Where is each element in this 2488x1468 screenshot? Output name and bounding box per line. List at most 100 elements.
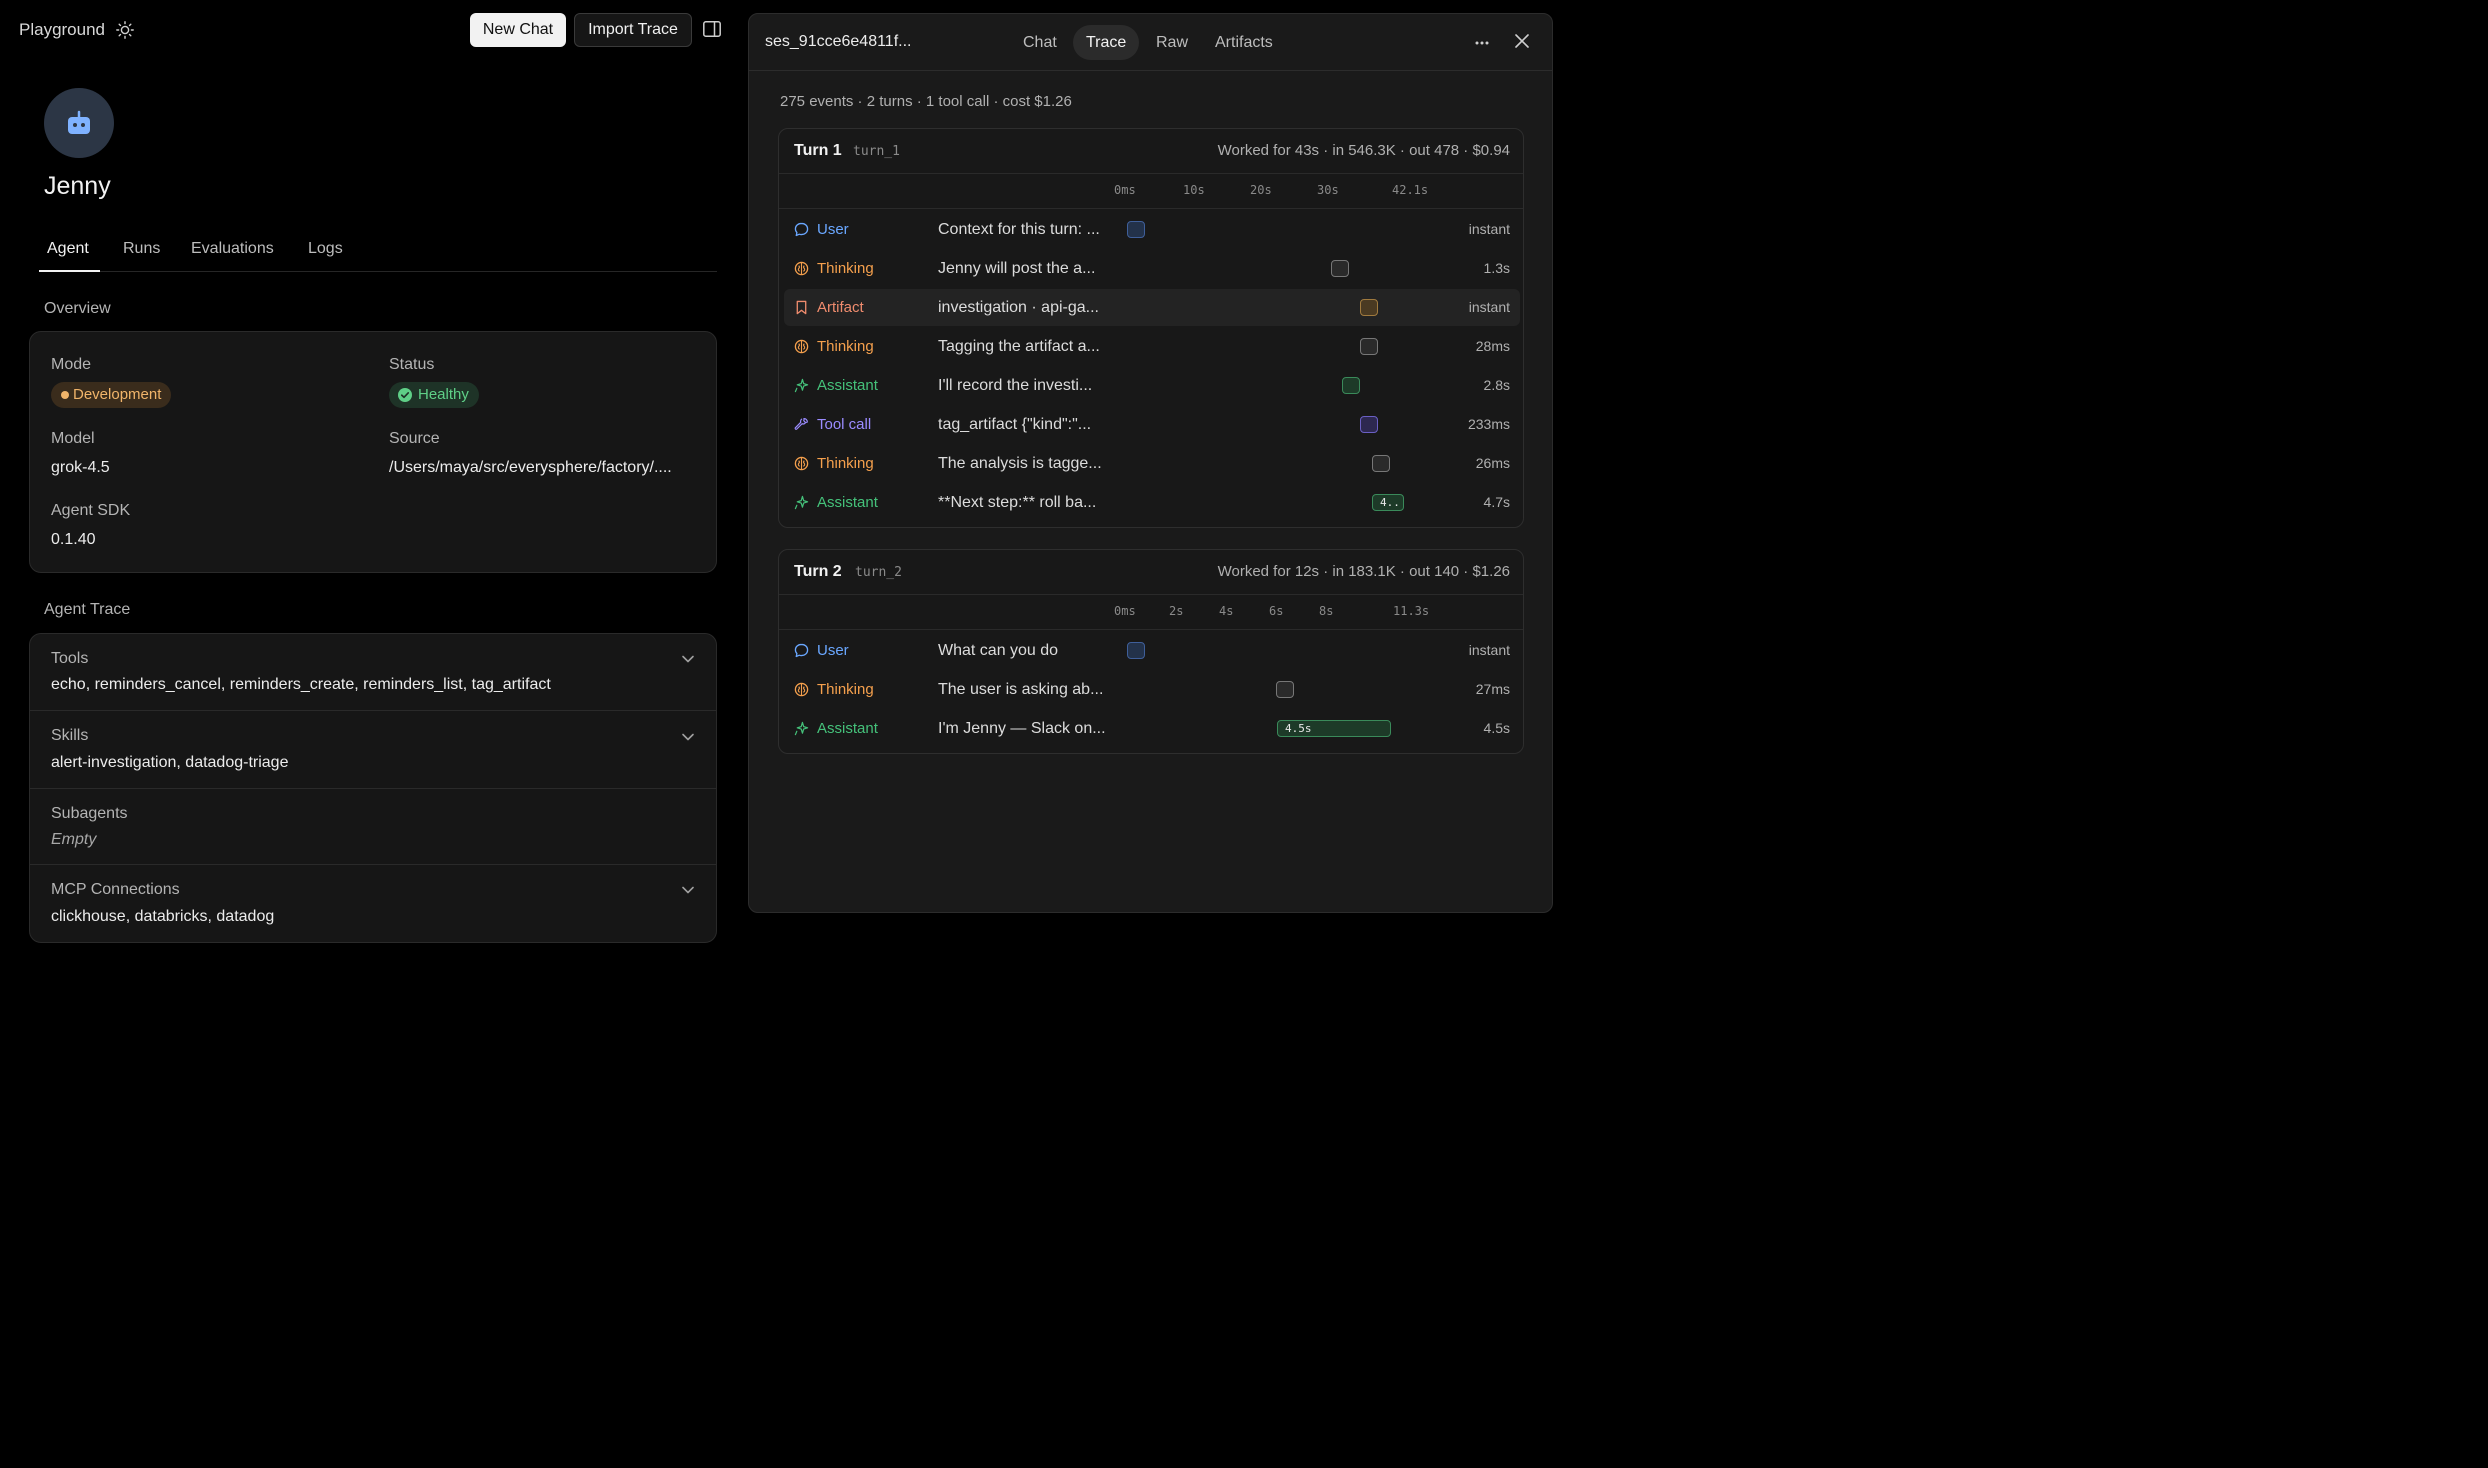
mode-badge: Development bbox=[51, 382, 172, 408]
tab-agent[interactable]: Agent bbox=[47, 240, 89, 258]
subagents-value: Empty bbox=[51, 831, 97, 848]
timeline-axis: 0ms 10s 20s 30s 42.1s bbox=[779, 174, 1523, 209]
tab-evaluations[interactable]: Evaluations bbox=[191, 240, 274, 258]
row-duration: 27ms bbox=[1475, 681, 1510, 697]
row-duration: 26ms bbox=[1475, 455, 1510, 471]
axis-tick: 42.1s bbox=[1392, 183, 1429, 197]
tab-raw[interactable]: Raw bbox=[1143, 25, 1201, 60]
session-id: ses_91cce6e4811f... bbox=[765, 33, 912, 50]
turn-id: turn_1 bbox=[853, 144, 900, 159]
overview-heading: Overview bbox=[44, 300, 111, 317]
row-text: The analysis is tagge... bbox=[938, 455, 1102, 472]
row-duration: instant bbox=[1468, 642, 1510, 658]
agent-tabs: Agent Runs Evaluations Logs bbox=[39, 226, 717, 272]
turn-meta: Worked for 12s · in 183.1K · out 140 · $… bbox=[1217, 563, 1510, 580]
tab-logs[interactable]: Logs bbox=[308, 240, 343, 258]
axis-tick: 2s bbox=[1169, 604, 1184, 618]
trace-row[interactable]: Assistant **Next step:** roll ba... 4.. … bbox=[784, 484, 1520, 521]
source-label: Source bbox=[389, 430, 440, 447]
trace-row[interactable]: Thinking The analysis is tagge... 26ms bbox=[784, 445, 1520, 482]
row-text: What can you do bbox=[938, 642, 1059, 659]
skills-value: alert-investigation, datadog-triage bbox=[51, 754, 289, 771]
tools-label: Tools bbox=[51, 650, 89, 667]
row-text: The user is asking ab... bbox=[938, 681, 1104, 698]
chevron-down-icon[interactable] bbox=[681, 654, 695, 664]
timeline-bar: 4.5s bbox=[1277, 720, 1391, 737]
skills-section[interactable]: Skills alert-investigation, datadog-tria… bbox=[30, 711, 716, 789]
tab-chat[interactable]: Chat bbox=[1010, 25, 1070, 60]
chevron-down-icon[interactable] bbox=[681, 732, 695, 742]
trace-row[interactable]: Thinking The user is asking ab... 27ms bbox=[784, 671, 1520, 708]
active-tab-indicator bbox=[39, 270, 100, 272]
sparkle-icon bbox=[794, 378, 809, 393]
row-kind: Assistant bbox=[817, 494, 878, 511]
axis-tick: 8s bbox=[1319, 604, 1334, 618]
trace-row[interactable]: User Context for this turn: ... instant bbox=[784, 211, 1520, 248]
turn-card: Turn 1 turn_1 Worked for 43s · in 546.3K… bbox=[778, 128, 1524, 528]
brain-icon bbox=[794, 339, 809, 354]
more-options-icon[interactable] bbox=[1475, 41, 1489, 45]
new-chat-button[interactable]: New Chat bbox=[470, 13, 566, 47]
row-text: Context for this turn: ... bbox=[938, 221, 1100, 238]
turn-card: Turn 2 turn_2 Worked for 12s · in 183.1K… bbox=[778, 549, 1524, 754]
row-duration: 2.8s bbox=[1483, 377, 1510, 393]
row-text: I'll record the investi... bbox=[938, 377, 1093, 394]
mcp-section[interactable]: MCP Connections clickhouse, databricks, … bbox=[30, 865, 716, 942]
trace-row[interactable]: Artifact investigation · api-ga... insta… bbox=[784, 289, 1520, 326]
turn-title: Turn 2 bbox=[794, 563, 842, 580]
app-title: Playground bbox=[19, 20, 106, 39]
row-text: Tagging the artifact a... bbox=[938, 338, 1100, 355]
tab-trace[interactable]: Trace bbox=[1073, 25, 1140, 60]
wrench-icon bbox=[794, 418, 808, 430]
sun-icon[interactable] bbox=[116, 21, 134, 39]
axis-tick: 0ms bbox=[1114, 604, 1136, 618]
brain-icon bbox=[794, 456, 809, 471]
close-icon[interactable] bbox=[1515, 34, 1529, 48]
session-summary: 275 events · 2 turns · 1 tool call · cos… bbox=[780, 93, 1072, 110]
axis-tick: 11.3s bbox=[1393, 604, 1430, 618]
trace-row[interactable]: Tool call tag_artifact {"kind":"... 233m… bbox=[784, 406, 1520, 443]
source-value: /Users/maya/src/everysphere/factory/.... bbox=[389, 459, 672, 476]
tab-runs[interactable]: Runs bbox=[123, 240, 160, 258]
trace-row[interactable]: Assistant I'm Jenny — Slack on... 4.5s 4… bbox=[784, 710, 1520, 747]
row-text: tag_artifact {"kind":"... bbox=[938, 416, 1092, 433]
row-kind: User bbox=[817, 221, 849, 238]
status-dot-icon bbox=[61, 391, 69, 399]
sparkle-icon bbox=[794, 721, 809, 736]
bookmark-icon bbox=[796, 300, 807, 315]
turn-title: Turn 1 bbox=[794, 142, 842, 159]
turn-id: turn_2 bbox=[855, 565, 902, 580]
turn-header: Turn 2 turn_2 Worked for 12s · in 183.1K… bbox=[779, 550, 1523, 595]
robot-icon bbox=[68, 110, 90, 134]
session-header: ses_91cce6e4811f... Chat Trace Raw Artif… bbox=[749, 14, 1552, 71]
avatar bbox=[44, 88, 114, 158]
brain-icon bbox=[794, 682, 809, 697]
tab-artifacts[interactable]: Artifacts bbox=[1202, 25, 1286, 60]
axis-tick: 20s bbox=[1250, 183, 1272, 197]
sidebar-toggle-icon[interactable] bbox=[703, 21, 721, 37]
row-kind: Tool call bbox=[817, 416, 872, 433]
tools-section[interactable]: Tools echo, reminders_cancel, reminders_… bbox=[30, 634, 716, 711]
chevron-down-icon[interactable] bbox=[681, 885, 695, 895]
agent-name: Jenny bbox=[44, 172, 111, 200]
row-kind: Thinking bbox=[817, 455, 874, 472]
row-kind: User bbox=[817, 642, 849, 659]
trace-row[interactable]: Thinking Tagging the artifact a... 28ms bbox=[784, 328, 1520, 365]
trace-row[interactable]: Assistant I'll record the investi... 2.8… bbox=[784, 367, 1520, 404]
status-label: Status bbox=[389, 356, 435, 373]
timeline-bar bbox=[1276, 681, 1294, 698]
row-duration: instant bbox=[1468, 299, 1510, 315]
mode-label: Mode bbox=[51, 356, 92, 373]
subagents-label: Subagents bbox=[51, 805, 128, 822]
agent-trace-heading: Agent Trace bbox=[44, 601, 131, 618]
axis-tick: 30s bbox=[1317, 183, 1339, 197]
timeline-bar bbox=[1360, 299, 1378, 316]
trace-row[interactable]: Thinking Jenny will post the a... 1.3s bbox=[784, 250, 1520, 287]
timeline-bar bbox=[1331, 260, 1349, 277]
trace-row[interactable]: User What can you do instant bbox=[784, 632, 1520, 669]
row-duration: 28ms bbox=[1475, 338, 1510, 354]
timeline-bar bbox=[1127, 221, 1145, 238]
sparkle-icon bbox=[794, 495, 809, 510]
import-trace-button[interactable]: Import Trace bbox=[574, 13, 692, 47]
axis-tick: 0ms bbox=[1114, 183, 1136, 197]
